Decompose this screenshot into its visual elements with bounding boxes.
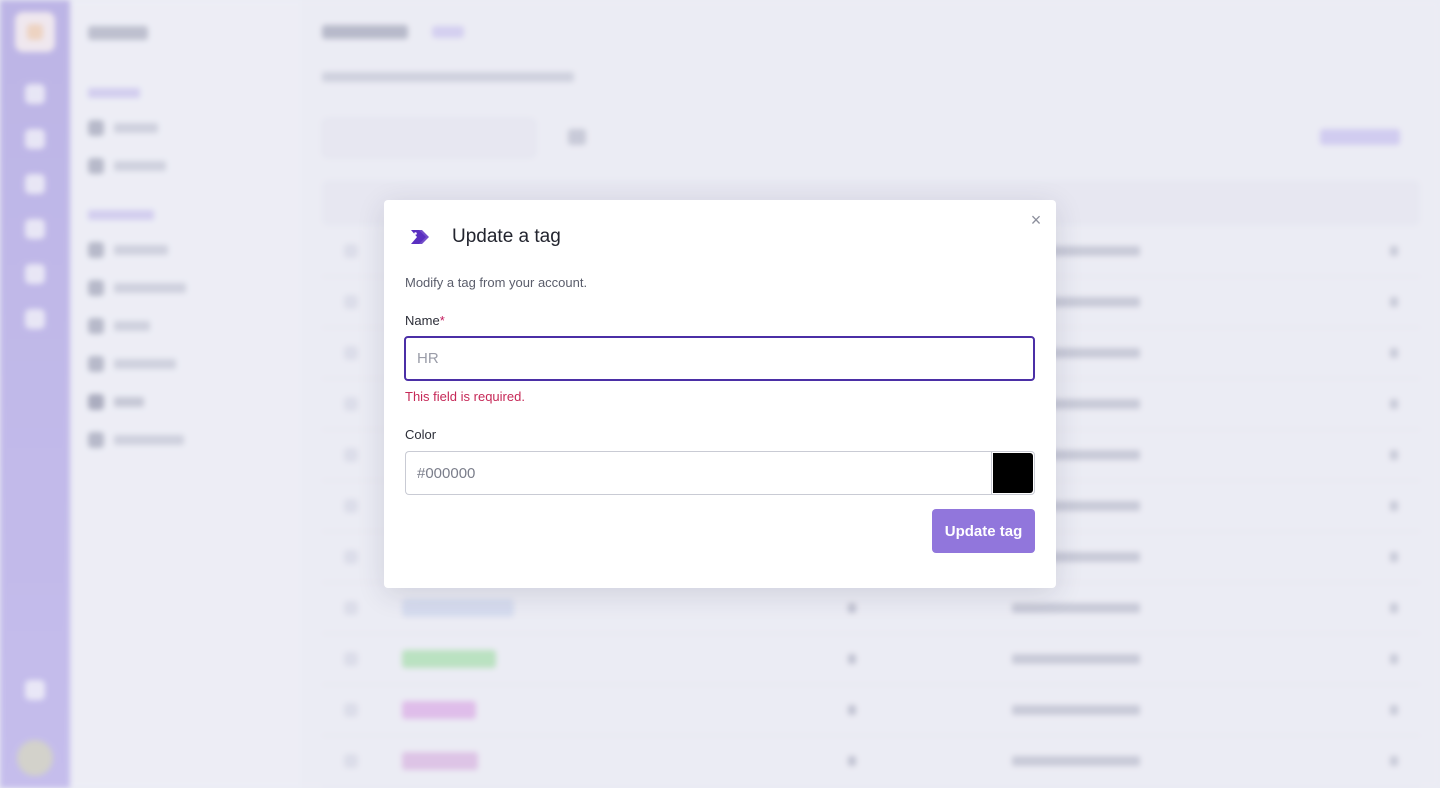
- color-hex-input[interactable]: [405, 451, 991, 495]
- name-label: Name*: [405, 313, 445, 328]
- tag-icon: [410, 228, 430, 246]
- close-icon[interactable]: ×: [1028, 211, 1044, 229]
- update-tag-button[interactable]: Update tag: [932, 509, 1035, 553]
- tag-name-input[interactable]: [404, 336, 1035, 381]
- update-tag-modal: × Update a tag Modify a tag from your ac…: [384, 200, 1056, 588]
- required-asterisk: *: [439, 313, 445, 328]
- modal-title: Update a tag: [452, 226, 561, 247]
- color-swatch-picker[interactable]: [991, 451, 1035, 495]
- color-label: Color: [405, 427, 437, 442]
- modal-description: Modify a tag from your account.: [405, 275, 588, 290]
- modal-header: Update a tag: [410, 226, 561, 248]
- name-error-message: This field is required.: [405, 389, 525, 404]
- name-label-text: Name: [405, 313, 440, 328]
- color-swatch-fill: [993, 453, 1033, 493]
